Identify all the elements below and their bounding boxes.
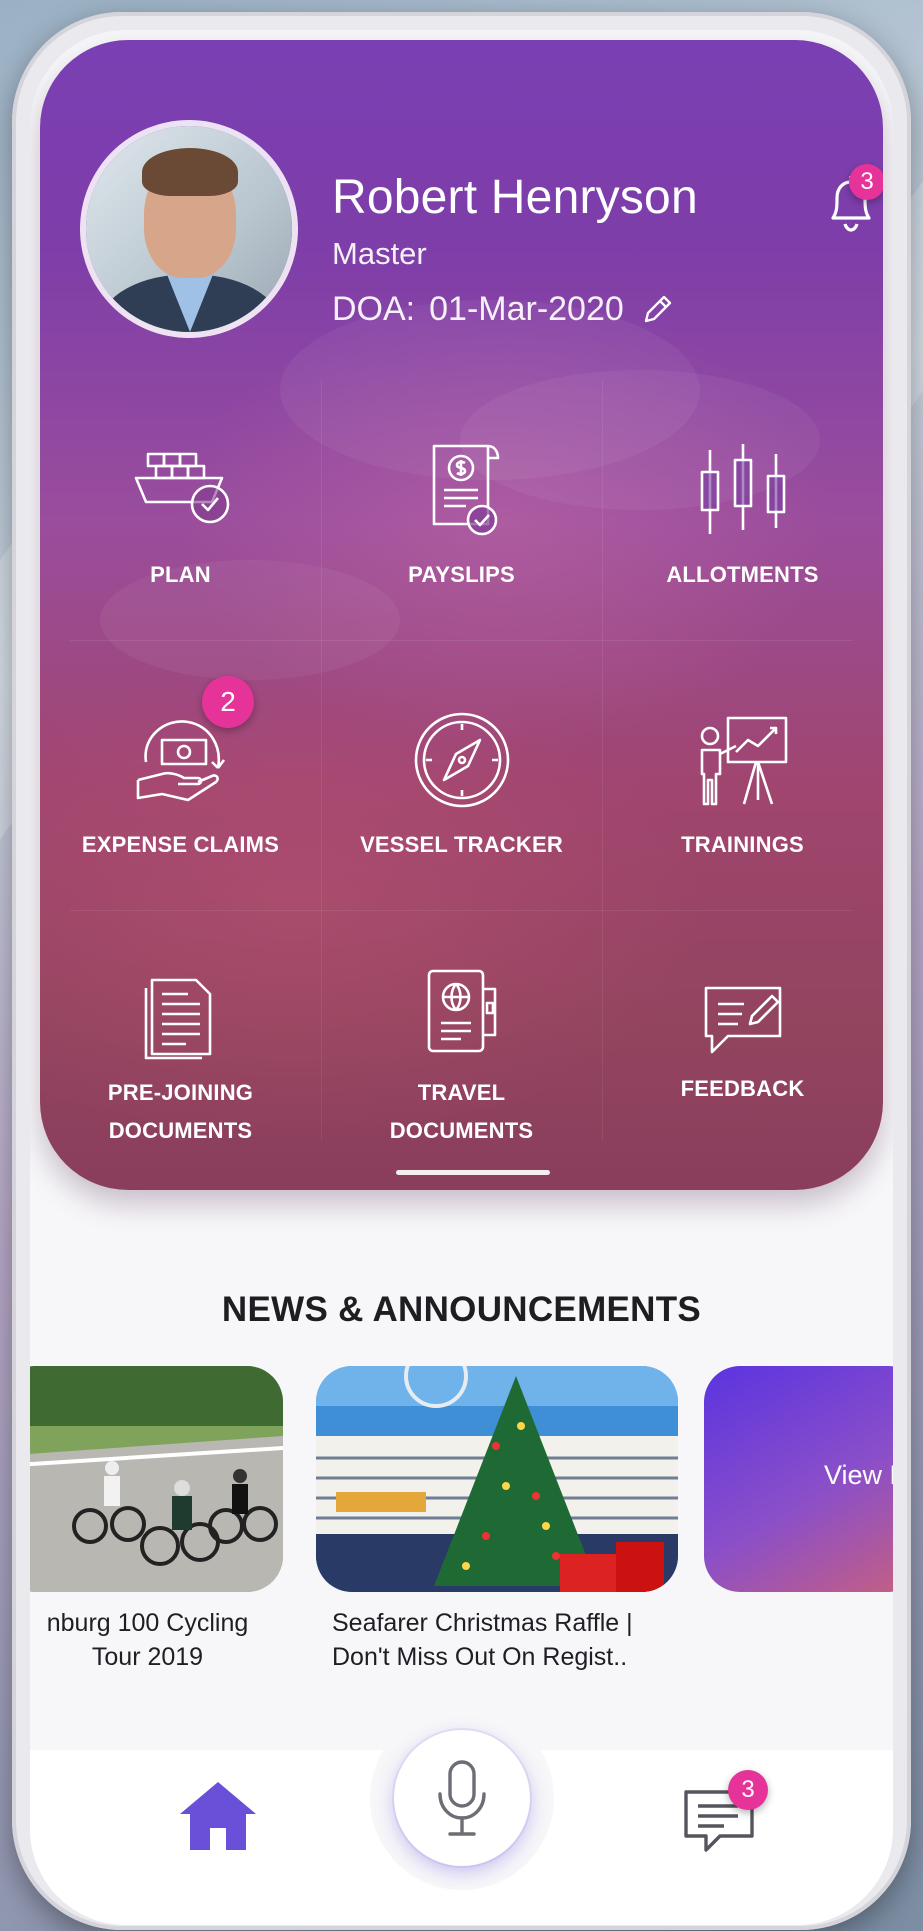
tile-trainings[interactable]: TRAININGS <box>602 710 883 864</box>
caption-line1: Seafarer Christmas Raffle | <box>332 1609 633 1637</box>
profile-hero-card: Robert Henryson Master DOA: 01-Mar-2020 <box>40 40 883 1190</box>
tile-label: ALLOTMENTS <box>666 562 819 587</box>
tile-label-line1: PRE-JOINING <box>107 1080 254 1105</box>
view-more-label: View M <box>824 1460 893 1490</box>
caption-line2: Tour 2019 <box>91 1643 204 1671</box>
passport-icon <box>427 969 496 1053</box>
page-indicator <box>396 1170 550 1175</box>
messages-badge: 3 <box>728 1770 768 1810</box>
notification-count-badge: 3 <box>849 164 883 200</box>
presentation-board-icon <box>700 716 787 806</box>
tile-expense-claims[interactable]: 2 EXPENSE CLAIMS <box>40 676 321 864</box>
tile-label: PAYSLIPS <box>408 562 515 587</box>
news-card-christmas[interactable] <box>316 1366 678 1592</box>
tile-label: TRAININGS <box>681 832 804 857</box>
profile-doa: DOA: 01-Mar-2020 <box>332 290 676 329</box>
expense-claims-badge: 2 <box>202 676 254 728</box>
news-card-caption: nburg 100 Cycling Tour 2019 <box>30 1606 265 1674</box>
tile-allotments[interactable]: ALLOTMENTS <box>602 440 883 594</box>
tile-payslips[interactable]: PAYSLIPS <box>321 440 602 594</box>
news-card-cycling[interactable] <box>30 1366 283 1592</box>
avatar[interactable] <box>86 126 292 332</box>
tile-label: PLAN <box>150 562 211 587</box>
doa-value: 01-Mar-2020 <box>429 290 624 328</box>
tile-label: FEEDBACK <box>680 1076 805 1101</box>
tile-label: VESSEL TRACKER <box>360 832 563 857</box>
messages-icon[interactable]: 3 <box>680 1770 770 1860</box>
compass-icon <box>414 712 509 808</box>
notification-bell-icon[interactable]: 3 <box>815 164 883 240</box>
tile-label-line2: DOCUMENTS <box>108 1118 253 1143</box>
document-stack-icon <box>144 978 211 1060</box>
voice-assistant-button[interactable] <box>394 1730 530 1866</box>
doa-label: DOA: <box>332 290 416 328</box>
profile-name: Robert Henryson <box>332 171 698 224</box>
tile-travel-documents[interactable]: TRAVEL DOCUMENTS <box>321 965 602 1150</box>
payslip-document-icon <box>432 444 499 536</box>
tile-label-line1: TRAVEL <box>417 1080 506 1105</box>
view-more-card[interactable]: View M <box>704 1366 893 1592</box>
tile-label-line2: DOCUMENTS <box>389 1118 534 1143</box>
news-section-title: NEWS & ANNOUNCEMENTS <box>221 1290 702 1329</box>
candlestick-chart-icon <box>700 444 785 534</box>
profile-role: Master <box>332 236 427 271</box>
pencil-edit-icon[interactable] <box>638 291 676 329</box>
feedback-speech-icon <box>704 986 781 1054</box>
phone-frame: Robert Henryson Master DOA: 01-Mar-2020 <box>12 12 911 1930</box>
christmas-ship-photo <box>316 1366 678 1592</box>
caption-line1: nburg 100 Cycling <box>46 1609 249 1637</box>
tile-label: EXPENSE CLAIMS <box>81 832 280 857</box>
tile-feedback[interactable]: FEEDBACK <box>602 980 883 1108</box>
caption-line2: Don't Miss Out On Regist.. <box>332 1643 628 1671</box>
cargo-ship-check-icon <box>134 452 229 524</box>
tile-plan[interactable]: PLAN <box>40 440 321 594</box>
tile-pre-joining-documents[interactable]: PRE-JOINING DOCUMENTS <box>40 970 321 1150</box>
tile-vessel-tracker[interactable]: VESSEL TRACKER <box>321 710 602 864</box>
home-icon[interactable] <box>178 1778 258 1852</box>
app-screen: Robert Henryson Master DOA: 01-Mar-2020 <box>30 30 893 1925</box>
cycling-photo <box>30 1366 283 1592</box>
microphone-icon <box>438 1760 486 1836</box>
news-card-caption: Seafarer Christmas Raffle | Don't Miss O… <box>332 1606 672 1674</box>
